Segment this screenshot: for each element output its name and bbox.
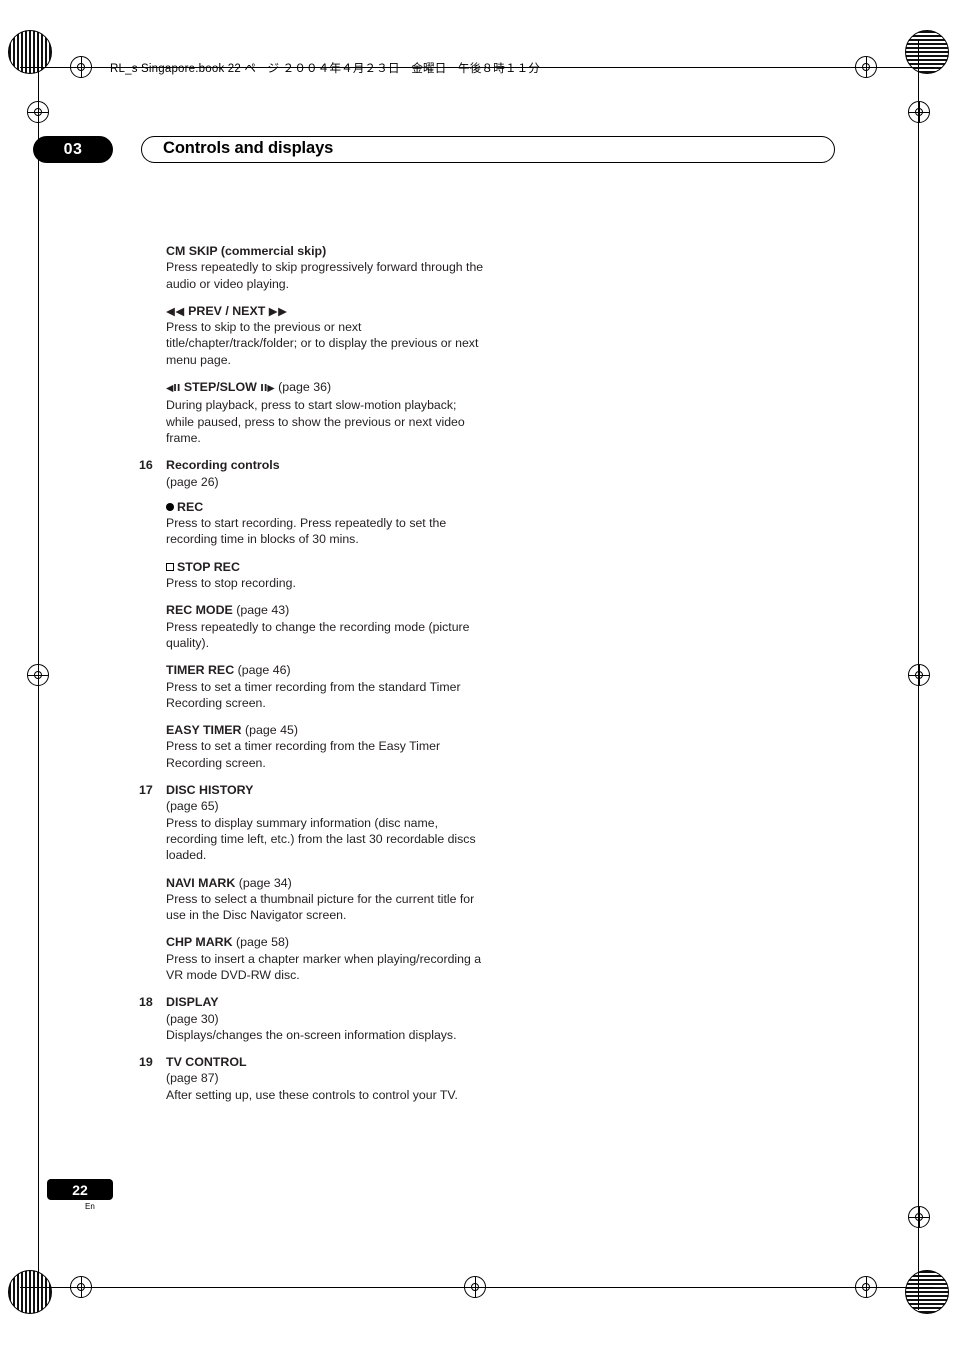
stop-square-icon [166,562,174,571]
entry-heading-label: REC [177,499,204,514]
entry-cm-skip: CM SKIP (commercial skip) Press repeated… [139,243,484,292]
entry-rec-mode: REC MODE (page 43) Press repeatedly to c… [139,602,484,651]
entry-heading-label: TIMER REC [166,663,235,678]
entry-page-ref: (page 43) [236,603,290,618]
entry-heading: CM SKIP (commercial skip) [166,244,327,258]
entry-navi-mark: NAVI MARK (page 34) Press to select a th… [139,875,484,924]
entry-stop-rec: STOP REC Press to stop recording. [139,559,484,592]
entry-description: Press to select a thumbnail picture for … [166,891,475,923]
entry-page-ref: (page 45) [244,723,299,738]
entry-number: 16 [139,458,153,473]
step-back-icon: ◀II [166,383,181,395]
entry-heading-label: EASY TIMER [166,723,242,738]
entry-page-ref: (page 46) [237,663,291,678]
crop-line-bottom [20,1287,934,1288]
crop-line-right [918,40,919,1310]
entry-heading-label: STEP/SLOW [183,380,257,395]
entry-heading: REC [166,499,484,515]
chapter-number-badge: 03 [33,136,113,163]
entry-timer-rec: TIMER REC (page 46) Press to set a timer… [139,662,484,711]
entry-page-ref: (page 26) [166,474,219,489]
registration-mark-right-middle [908,664,930,686]
entry-heading: DISPLAY [166,995,219,1010]
entry-heading: EASY TIMER (page 45) [166,722,484,738]
entry-description: Press repeatedly to change the recording… [166,619,470,650]
step-forward-icon: II▶ [260,383,275,395]
entry-prev-next: ◀◀ PREV / NEXT ▶▶ Press to skip to the p… [139,303,484,368]
registration-mark-right-upper [908,101,930,123]
entry-recording-controls: 16 Recording controls (page 26) [139,457,484,490]
entry-heading-label: REC MODE [166,603,233,618]
prev-icon: ◀◀ [166,303,185,318]
entry-page-ref: (page 58) [236,935,290,950]
entry-heading: ◀II STEP/SLOW II▶ (page 36) [166,379,484,397]
crop-line-left [38,40,39,1310]
entry-easy-timer: EASY TIMER (page 45) Press to set a time… [139,722,484,771]
entry-heading: TIMER REC (page 46) [166,662,484,678]
entry-page-ref: (page 36) [278,380,332,395]
registration-blob-bottom-right [905,1270,949,1314]
entry-heading: DISC HISTORY [166,783,254,798]
entry-description: During playback, press to start slow-mot… [166,398,465,445]
entry-heading-label: NAVI MARK [166,875,236,890]
entry-heading: CHP MARK (page 58) [166,934,484,950]
entry-description: Press to set a timer recording from the … [166,679,461,710]
entry-description: Press to skip to the previous or next ti… [166,320,479,367]
entry-number: 17 [139,783,153,798]
entry-chp-mark: CHP MARK (page 58) Press to insert a cha… [139,934,484,983]
page-number-badge: 22 [47,1179,113,1200]
entry-page-ref: (page 65) [166,799,219,814]
entry-description: Displays/changes the on-screen informati… [166,1027,457,1042]
entry-number: 19 [139,1055,153,1070]
body-content: CM SKIP (commercial skip) Press repeated… [139,243,484,1114]
entry-number: 18 [139,995,153,1010]
entry-description: Press to start recording. Press repeated… [166,516,447,547]
entry-description: After setting up, use these controls to … [166,1087,458,1102]
book-file-header: RL_s Singapore.book 22 ページ ２００４年４月２３日 金曜… [110,63,541,75]
entry-rec: REC Press to start recording. Press repe… [139,499,484,548]
entry-disc-history: 17 DISC HISTORY (page 65) Press to displ… [139,782,484,863]
entry-heading: TV CONTROL [166,1055,247,1070]
entry-page-ref: (page 30) [166,1011,219,1026]
entry-heading-label: PREV / NEXT [188,303,266,318]
entry-display: 18 DISPLAY (page 30) Displays/changes th… [139,994,484,1043]
page-title: Controls and displays [163,139,334,157]
page-language-label: En [85,1202,95,1211]
registration-mark-left-lower [908,1206,930,1228]
record-dot-icon [166,502,174,511]
entry-description: Press repeatedly to skip progressively f… [166,260,484,291]
entry-heading-label: CHP MARK [166,935,233,950]
entry-description: Press to stop recording. [166,576,296,591]
entry-description: Press to insert a chapter marker when pl… [166,951,482,982]
entry-heading: NAVI MARK (page 34) [166,875,484,891]
entry-page-ref: (page 87) [166,1071,219,1086]
entry-step-slow: ◀II STEP/SLOW II▶ (page 36) During playb… [139,379,484,446]
entry-description: Press to set a timer recording from the … [166,739,441,770]
entry-heading: REC MODE (page 43) [166,602,484,618]
registration-blob-bottom-left [8,1270,52,1314]
entry-heading-label: STOP REC [177,559,240,574]
next-icon: ▶▶ [268,303,288,318]
entry-page-ref: (page 34) [238,875,292,890]
entry-heading: ◀◀ PREV / NEXT ▶▶ [166,303,484,319]
entry-description: Press to display summary information (di… [166,815,476,863]
entry-heading: Recording controls [166,458,280,473]
entry-heading: STOP REC [166,559,484,575]
entry-tv-control: 19 TV CONTROL (page 87) After setting up… [139,1054,484,1103]
